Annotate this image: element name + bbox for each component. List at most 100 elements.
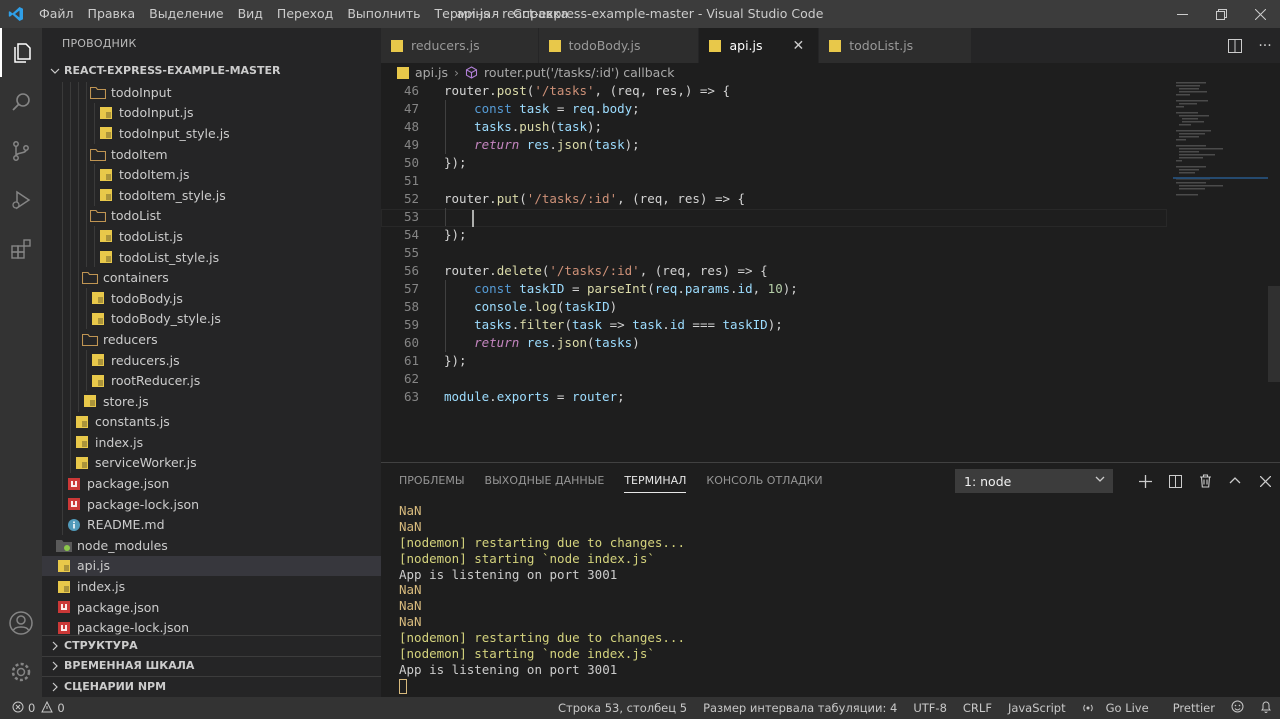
terminal-line: NaN [399, 518, 422, 534]
tree-file[interactable]: package.json [42, 597, 381, 618]
code-token: push [519, 119, 550, 134]
encoding[interactable]: UTF-8 [905, 701, 955, 715]
tree-indent-guide [70, 308, 71, 330]
tree-file[interactable]: rootReducer.js [42, 370, 381, 391]
run-debug-icon[interactable] [0, 175, 42, 224]
tab-todoList-js[interactable]: todoList.js [819, 28, 973, 63]
tree-folder[interactable]: node_modules [42, 535, 381, 556]
minimize-button[interactable] [1163, 0, 1202, 28]
tree-file[interactable]: todoInput_style.js [42, 123, 381, 144]
tree-folder[interactable]: todoList [42, 205, 381, 227]
code-token: parseInt [587, 281, 648, 296]
folder-icon [82, 332, 98, 346]
tree-file[interactable]: index.js [42, 432, 381, 453]
tree-file[interactable]: todoBody.js [42, 287, 381, 309]
split-terminal-icon[interactable] [1160, 469, 1190, 493]
workspace-root[interactable]: REACT-EXPRESS-EXAMPLE-MASTER [42, 60, 381, 82]
cursor-position[interactable]: Строка 53, столбец 5 [550, 701, 695, 715]
tree-item-label: index.js [77, 579, 126, 595]
maximize-button[interactable] [1202, 0, 1241, 28]
menu-item[interactable]: Файл [32, 0, 81, 28]
problems-indicator[interactable]: 0 0 [0, 700, 65, 716]
close-panel-icon[interactable] [1250, 469, 1280, 493]
tree-indent-guide [86, 226, 87, 247]
line-number: 60 [403, 335, 419, 350]
tree-file[interactable]: package.json [42, 473, 381, 494]
panel-tab[interactable]: ТЕРМИНАЛ [614, 463, 696, 499]
tree-file[interactable]: api.js [42, 555, 381, 577]
line-endings[interactable]: CRLF [955, 701, 1000, 715]
breadcrumb-file[interactable]: api.js [415, 65, 448, 80]
extensions-icon[interactable] [0, 224, 42, 273]
menu-item[interactable]: Терминал [428, 0, 507, 28]
language-mode[interactable]: JavaScript [1000, 701, 1074, 715]
explorer-sidebar: ПРОВОДНИК REACT-EXPRESS-EXAMPLE-MASTER t… [42, 28, 381, 697]
timeline-section[interactable]: ВРЕМЕННАЯ ШКАЛА [42, 655, 381, 677]
npm-scripts-section[interactable]: СЦЕНАРИИ NPM [42, 676, 381, 697]
split-editor-icon[interactable] [1220, 38, 1250, 53]
code-token: ); [587, 119, 603, 134]
tree-folder[interactable]: containers [42, 267, 381, 288]
tree-item-label: index.js [95, 434, 144, 450]
menu-item[interactable]: Выполнить [340, 0, 427, 28]
menu-item[interactable]: Правка [81, 0, 143, 28]
menu-item[interactable]: Вид [231, 0, 270, 28]
minimap[interactable] [1173, 82, 1268, 462]
code-text: }); [444, 352, 467, 370]
new-terminal-icon[interactable] [1130, 469, 1160, 493]
panel-tab[interactable]: ПРОБЛЕМЫ [389, 463, 475, 499]
terminal-select[interactable]: 1: node [955, 469, 1113, 493]
menu-bar: Файл Правка Выделение Вид Переход Выполнить Те… [32, 0, 575, 28]
tree-file[interactable]: todoItem_style.js [42, 184, 381, 206]
trash-icon[interactable] [1190, 469, 1220, 493]
tree-file[interactable]: serviceWorker.js [42, 452, 381, 474]
go-live-button[interactable]: Go Live [1074, 701, 1165, 715]
menu-item[interactable]: Справка [506, 0, 575, 28]
terminal-output[interactable]: NaN NaN [nodemon] restarting due to change… [399, 503, 685, 694]
indentation[interactable]: Размер интервала табуляции: 4 [695, 701, 905, 715]
tree-file[interactable]: todoInput.js [42, 102, 381, 124]
gear-icon[interactable] [0, 647, 42, 696]
tree-file[interactable]: constants.js [42, 411, 381, 433]
source-control-icon[interactable] [0, 126, 42, 175]
code-editor[interactable]: 46 router.post('/tasks', (req, res,) => {… [381, 82, 1280, 462]
menu-item[interactable]: Переход [270, 0, 340, 28]
line-number: 57 [403, 281, 419, 296]
account-icon[interactable] [0, 598, 42, 647]
breadcrumb-symbol[interactable]: router.put('/tasks/:id') callback [484, 65, 674, 80]
search-icon[interactable] [0, 77, 42, 126]
tree-file[interactable]: README.md [42, 514, 381, 536]
editor-scrollbar[interactable] [1268, 286, 1280, 382]
tab-api-js[interactable]: api.js ✕ [699, 28, 820, 63]
panel-tab[interactable]: ВЫХОДНЫЕ ДАННЫЕ [475, 463, 615, 499]
feedback-icon[interactable] [1223, 700, 1252, 716]
tab-todoBody-js[interactable]: todoBody.js [538, 28, 700, 63]
tree-indent-guide [70, 164, 71, 185]
bell-icon[interactable] [1252, 700, 1280, 716]
tree-file[interactable]: store.js [42, 390, 381, 412]
tree-folder[interactable]: todoItem [42, 143, 381, 165]
tree-file[interactable]: todoList_style.js [42, 246, 381, 268]
outline-section[interactable]: СТРУКТУРА [42, 635, 381, 656]
menu-item[interactable]: Выделение [142, 0, 230, 28]
maximize-panel-icon[interactable] [1220, 469, 1250, 493]
close-icon[interactable]: ✕ [793, 38, 805, 54]
panel-tab[interactable]: КОНСОЛЬ ОТЛАДКИ [696, 463, 832, 499]
tree-file[interactable]: package-lock.json [42, 493, 381, 515]
js-file-icon [74, 456, 90, 470]
tree-file[interactable]: index.js [42, 576, 381, 597]
tree-folder[interactable]: reducers [42, 329, 381, 350]
tree-folder[interactable]: todoInput [42, 82, 381, 103]
close-window-button[interactable] [1241, 0, 1280, 28]
explorer-icon[interactable] [0, 28, 42, 77]
prettier-button[interactable]: Prettier [1165, 701, 1223, 715]
tree-file[interactable]: todoItem.js [42, 164, 381, 185]
code-text: router.delete('/tasks/:id', (req, res) =… [444, 262, 768, 280]
tree-file[interactable]: reducers.js [42, 349, 381, 371]
tree-file[interactable]: todoList.js [42, 226, 381, 247]
more-actions-icon[interactable]: ··· [1250, 38, 1280, 54]
tree-item-label: todoInput.js [119, 105, 194, 121]
tree-file[interactable]: todoBody_style.js [42, 308, 381, 330]
tab-reducers-js[interactable]: reducers.js [381, 28, 539, 63]
